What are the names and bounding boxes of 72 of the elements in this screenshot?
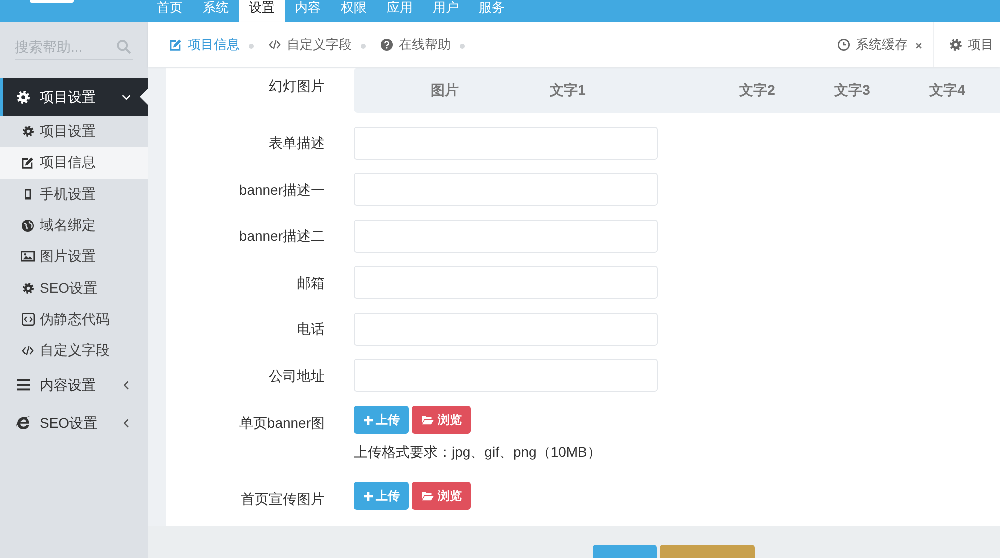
code-icon bbox=[269, 40, 281, 50]
plus-icon bbox=[364, 492, 373, 500]
help-icon bbox=[381, 38, 393, 50]
edit-icon bbox=[170, 38, 182, 50]
text-field[interactable] bbox=[354, 220, 658, 252]
pinned-tab[interactable]: 系统缓存 bbox=[838, 22, 933, 67]
gear-icon bbox=[22, 282, 34, 294]
sidebar-item[interactable]: 自定义字段 bbox=[0, 335, 148, 366]
logo-block bbox=[30, 0, 74, 3]
field-label: 公司地址 bbox=[268, 366, 325, 384]
text-field[interactable] bbox=[354, 126, 658, 160]
field-label: banner描述二 bbox=[238, 227, 325, 245]
plus-icon bbox=[364, 416, 373, 424]
globe-icon bbox=[22, 220, 34, 232]
upload-hint: 上传格式要求：jpg、gif、png（10MB） bbox=[354, 443, 602, 461]
page-tab[interactable]: 自定义字段 bbox=[269, 34, 352, 54]
text-field[interactable] bbox=[354, 359, 658, 392]
chevron-left-icon bbox=[124, 380, 129, 390]
footer-button[interactable] bbox=[660, 545, 755, 558]
gear-icon bbox=[950, 38, 962, 50]
sidebar-group[interactable]: SEO设置 bbox=[0, 404, 148, 442]
page-tab[interactable]: 项目信息 bbox=[170, 34, 240, 54]
text-field[interactable] bbox=[354, 173, 658, 206]
e-logo-icon bbox=[16, 416, 30, 430]
close-icon[interactable] bbox=[916, 43, 922, 49]
code-box-icon bbox=[22, 312, 34, 326]
sidebar-group[interactable]: 内容设置 bbox=[0, 366, 148, 404]
sidebar-item[interactable]: 项目设置 bbox=[0, 116, 148, 148]
field-label: 邮箱 bbox=[296, 274, 325, 292]
clock-icon bbox=[838, 38, 850, 50]
page-tab[interactable]: 在线帮助 bbox=[381, 34, 451, 54]
field-label: banner描述一 bbox=[238, 180, 325, 198]
sidebar-item[interactable]: SEO设置 bbox=[0, 272, 148, 304]
sidebar-item[interactable]: 图片设置 bbox=[0, 241, 148, 272]
column-header: 文字2 bbox=[738, 81, 776, 100]
text-field[interactable] bbox=[354, 312, 658, 346]
search-icon[interactable] bbox=[117, 40, 131, 54]
notch-icon bbox=[140, 89, 148, 105]
folder-icon bbox=[422, 416, 434, 424]
field-label: 单页banner图 bbox=[238, 414, 325, 432]
separator-dot-icon bbox=[460, 44, 465, 48]
gear-icon bbox=[22, 126, 34, 138]
field-label: 电话 bbox=[296, 320, 325, 338]
gear-icon bbox=[16, 90, 30, 104]
browse-button[interactable]: 浏览 bbox=[412, 482, 471, 510]
sidebar-item[interactable]: 项目信息 bbox=[0, 147, 148, 179]
code-icon bbox=[22, 346, 34, 356]
chevron-down-icon bbox=[122, 94, 131, 100]
sidebar-item[interactable]: 域名绑定 bbox=[0, 210, 148, 242]
pinned-tab[interactable]: 项目 bbox=[933, 22, 1000, 67]
chevron-left-icon bbox=[124, 418, 129, 428]
edit-icon bbox=[22, 156, 34, 169]
nav-tab[interactable]: 设置 bbox=[239, 0, 285, 22]
phone-icon bbox=[25, 188, 31, 200]
sidebar-item[interactable]: 伪静态代码 bbox=[0, 304, 148, 336]
separator-dot-icon bbox=[361, 44, 366, 48]
sidebar-group[interactable]: 项目设置 bbox=[0, 78, 148, 116]
separator-dot-icon bbox=[249, 44, 254, 48]
column-header: 文字3 bbox=[834, 81, 872, 100]
menu-icon bbox=[16, 379, 30, 392]
browse-button[interactable]: 浏览 bbox=[412, 406, 471, 434]
folder-icon bbox=[422, 492, 434, 500]
image-icon bbox=[21, 251, 35, 262]
column-header: 文字1 bbox=[549, 81, 587, 100]
sidebar-item[interactable]: 手机设置 bbox=[0, 178, 148, 210]
footer-button[interactable] bbox=[593, 545, 657, 558]
field-label: 幻灯图片 bbox=[268, 77, 325, 96]
text-field[interactable] bbox=[354, 266, 658, 299]
field-label: 首页宣传图片 bbox=[240, 490, 325, 508]
column-header: 图片 bbox=[430, 81, 460, 100]
field-label: 表单描述 bbox=[268, 134, 325, 152]
column-header: 文字4 bbox=[928, 81, 966, 100]
